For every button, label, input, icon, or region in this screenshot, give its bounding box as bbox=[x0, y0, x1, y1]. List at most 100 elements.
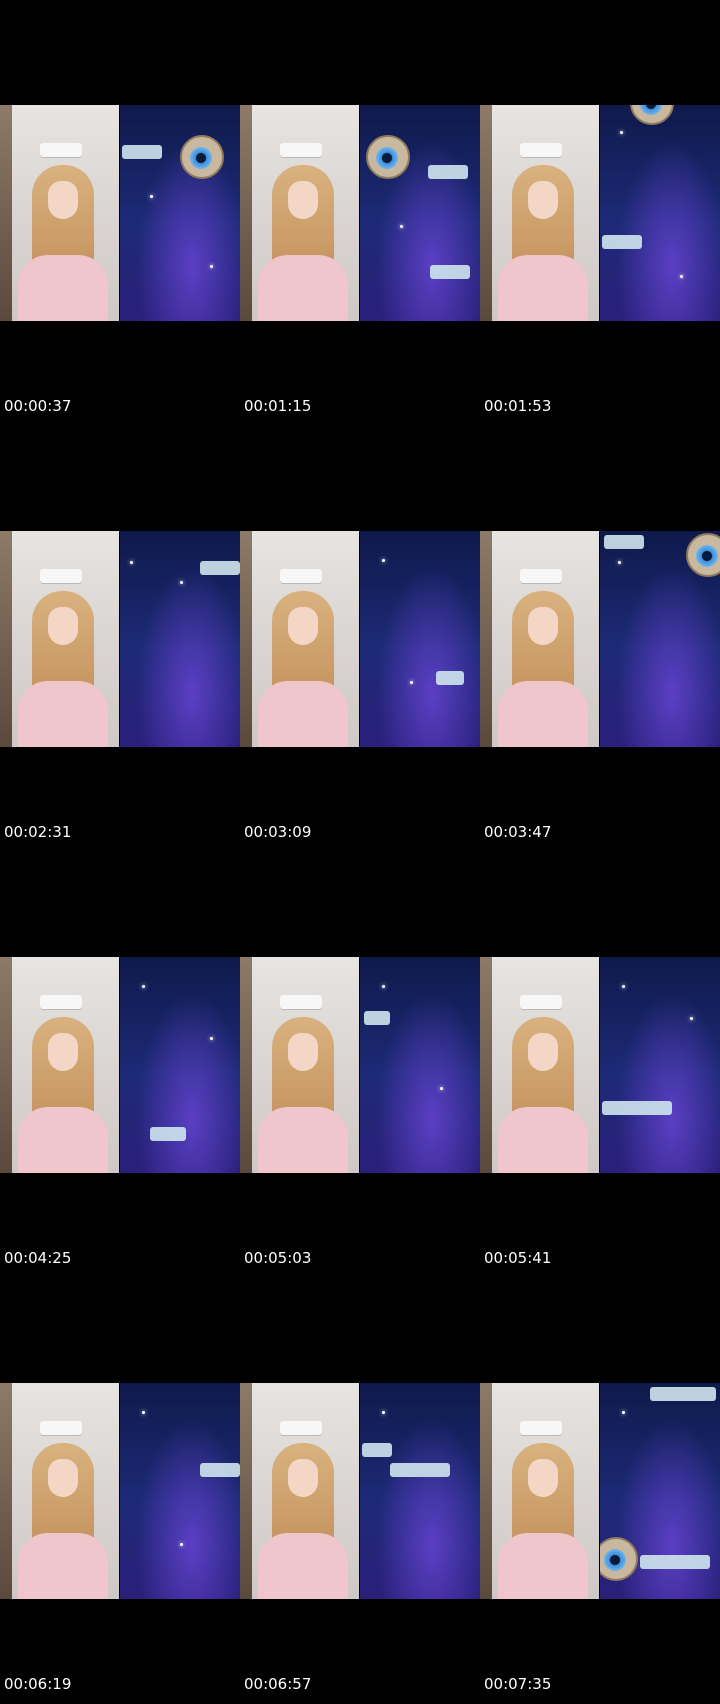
pixel-cloud bbox=[436, 671, 464, 685]
camera-view bbox=[480, 531, 599, 747]
air-conditioner bbox=[40, 1421, 82, 1435]
shirt bbox=[18, 1533, 108, 1599]
pixel-cloud bbox=[200, 1463, 240, 1477]
thumbnail[interactable]: 00:01:15 bbox=[240, 0, 480, 426]
timestamp: 00:05:41 bbox=[484, 1249, 552, 1267]
camera-view bbox=[240, 531, 359, 747]
eyeball-sprite bbox=[600, 1537, 638, 1581]
space-background bbox=[600, 1383, 720, 1599]
door-frame bbox=[0, 1383, 12, 1599]
face bbox=[528, 1033, 558, 1071]
shirt bbox=[18, 255, 108, 321]
star bbox=[680, 275, 683, 278]
streamer bbox=[498, 165, 588, 321]
star bbox=[142, 1411, 145, 1414]
streamer bbox=[498, 1017, 588, 1173]
video-frame bbox=[240, 957, 480, 1173]
thumbnail[interactable]: 00:02:31 bbox=[0, 426, 240, 852]
face bbox=[48, 1033, 78, 1071]
star bbox=[180, 1543, 183, 1546]
air-conditioner bbox=[520, 143, 562, 157]
pixel-cloud bbox=[604, 535, 644, 549]
star bbox=[130, 561, 133, 564]
thumbnail[interactable]: 00:06:57 bbox=[240, 1278, 480, 1704]
video-frame bbox=[480, 1383, 720, 1599]
star bbox=[400, 225, 403, 228]
face bbox=[288, 1459, 318, 1497]
camera-view bbox=[240, 1383, 359, 1599]
timestamp: 00:05:03 bbox=[244, 1249, 312, 1267]
shirt bbox=[258, 1533, 348, 1599]
streamer bbox=[498, 591, 588, 747]
video-frame bbox=[0, 957, 240, 1173]
space-background bbox=[360, 531, 480, 747]
space-background bbox=[120, 957, 240, 1173]
door-frame bbox=[240, 1383, 252, 1599]
shirt bbox=[258, 1107, 348, 1173]
star bbox=[410, 681, 413, 684]
star bbox=[622, 985, 625, 988]
video-frame bbox=[0, 1383, 240, 1599]
streamer bbox=[498, 1443, 588, 1599]
star bbox=[618, 561, 621, 564]
video-frame bbox=[240, 105, 480, 321]
thumbnail[interactable]: 00:05:41 bbox=[480, 852, 720, 1278]
streamer bbox=[258, 1443, 348, 1599]
video-frame bbox=[480, 531, 720, 747]
face bbox=[48, 1459, 78, 1497]
timestamp: 00:01:15 bbox=[244, 397, 312, 415]
thumbnail[interactable]: 00:03:09 bbox=[240, 426, 480, 852]
video-frame bbox=[240, 531, 480, 747]
space-background bbox=[360, 957, 480, 1173]
face bbox=[288, 181, 318, 219]
face bbox=[288, 1033, 318, 1071]
star bbox=[142, 985, 145, 988]
star bbox=[690, 1017, 693, 1020]
thumbnail[interactable]: 00:03:47 bbox=[480, 426, 720, 852]
space-background bbox=[360, 1383, 480, 1599]
thumbnail[interactable]: 00:01:53 bbox=[480, 0, 720, 426]
camera-view bbox=[480, 1383, 599, 1599]
pixel-cloud bbox=[150, 1127, 186, 1141]
star bbox=[210, 265, 213, 268]
air-conditioner bbox=[40, 569, 82, 583]
star bbox=[382, 1411, 385, 1414]
star bbox=[180, 581, 183, 584]
video-frame bbox=[0, 105, 240, 321]
pixel-cloud bbox=[640, 1555, 710, 1569]
air-conditioner bbox=[520, 1421, 562, 1435]
air-conditioner bbox=[520, 569, 562, 583]
face bbox=[48, 181, 78, 219]
door-frame bbox=[240, 531, 252, 747]
thumbnail[interactable]: 00:05:03 bbox=[240, 852, 480, 1278]
pixel-cloud bbox=[428, 165, 468, 179]
thumbnail[interactable]: 00:06:19 bbox=[0, 1278, 240, 1704]
door-frame bbox=[480, 1383, 492, 1599]
thumbnail[interactable]: 00:00:37 bbox=[0, 0, 240, 426]
star bbox=[150, 195, 153, 198]
door-frame bbox=[480, 957, 492, 1173]
camera-view bbox=[0, 1383, 119, 1599]
streamer bbox=[258, 165, 348, 321]
pixel-cloud bbox=[364, 1011, 390, 1025]
shirt bbox=[498, 255, 588, 321]
star bbox=[440, 1087, 443, 1090]
timestamp: 00:07:35 bbox=[484, 1675, 552, 1693]
eyeball-sprite bbox=[366, 135, 410, 179]
air-conditioner bbox=[280, 995, 322, 1009]
thumbnail[interactable]: 00:04:25 bbox=[0, 852, 240, 1278]
door-frame bbox=[240, 957, 252, 1173]
star bbox=[382, 559, 385, 562]
air-conditioner bbox=[280, 143, 322, 157]
shirt bbox=[498, 1107, 588, 1173]
camera-view bbox=[0, 957, 119, 1173]
thumbnail-row-1: 00:00:37 00:01:15 00:01:53 bbox=[0, 0, 720, 426]
thumbnail[interactable]: 00:07:35 bbox=[480, 1278, 720, 1704]
timestamp: 00:02:31 bbox=[4, 823, 72, 841]
pixel-cloud bbox=[362, 1443, 392, 1457]
pixel-cloud bbox=[122, 145, 162, 159]
space-background bbox=[600, 531, 720, 747]
timestamp: 00:03:09 bbox=[244, 823, 312, 841]
shirt bbox=[18, 681, 108, 747]
eyeball-sprite bbox=[686, 533, 720, 577]
